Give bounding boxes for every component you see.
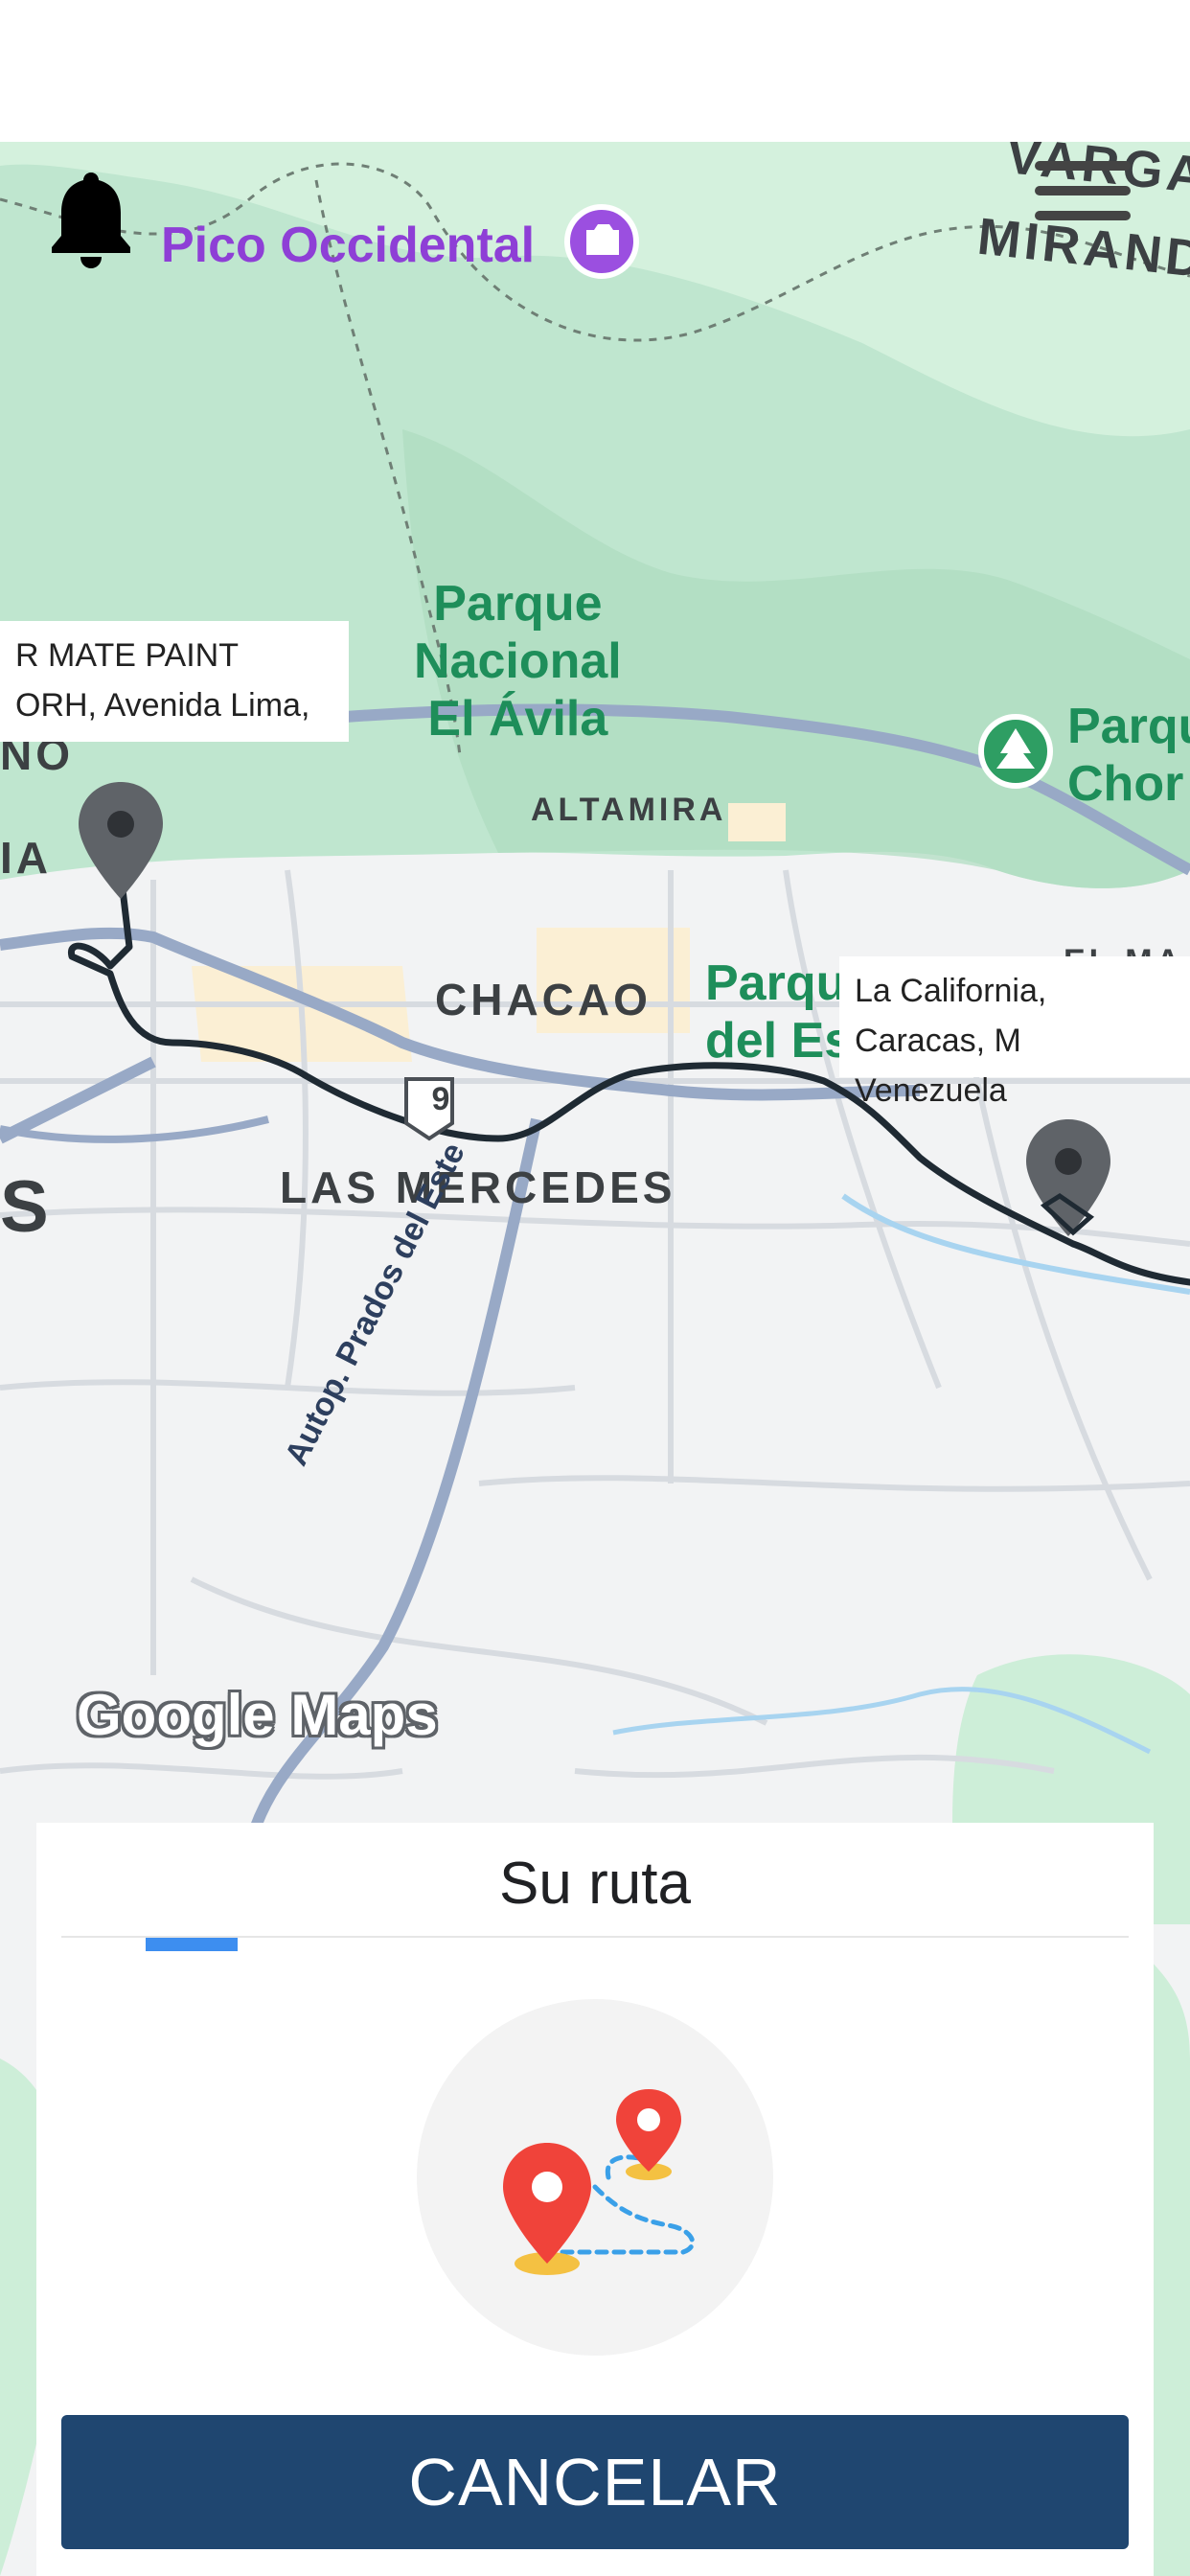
destination-info-box[interactable]: La California, Caracas, M Venezuela [839,956,1190,1109]
park-chorros-line2: Chor [1067,756,1184,812]
district-label-las-mercedes: LAS MERCEDES [280,1162,676,1212]
highway-shield-number: 9 [431,1081,450,1117]
menu-bar-3 [1035,211,1131,220]
park-este-line1: Parqu [705,955,847,1011]
origin-info-line1: R MATE PAINT [15,637,239,674]
route-illustration [417,1999,773,2356]
park-label-chorros: Parque Chor [1067,698,1190,813]
destination-info-line1: La California, Caracas, M [855,973,1047,1059]
district-label-edge-s: S [0,1166,53,1248]
origin-info-line2: ORH, Avenida Lima, [15,687,310,724]
panel-title: Su ruta [499,1851,691,1917]
cancel-button[interactable]: CANCELAR [61,2415,1129,2549]
status-bar [0,0,1190,142]
menu-bar-2 [1035,186,1131,196]
park-avila-line2: Nacional [414,633,622,689]
hamburger-menu-icon[interactable] [1035,161,1131,247]
district-label-altamira: ALTAMIRA [531,792,727,828]
district-label-edge-ia: IA [0,833,52,883]
district-label-chacao: CHACAO [435,975,652,1024]
park-chorros-line1: Parque [1067,699,1190,754]
poi-label-pico-occidental[interactable]: Pico Occidental [161,217,535,274]
google-maps-logo: Google Maps [77,1683,438,1747]
park-avila-line3: El Ávila [427,691,608,747]
destination-info-line2: Venezuela [855,1072,1007,1109]
route-panel: Su ruta CANCELAR [36,1823,1154,2576]
origin-info-box[interactable]: R MATE PAINT ORH, Avenida Lima, [0,621,349,742]
park-label-avila: Parque Nacional El Ávila [414,575,622,748]
park-label-este: Parqu del Es [705,954,852,1070]
park-este-line2: del Es [705,1013,853,1069]
bell-icon[interactable] [48,165,134,270]
park-avila-line1: Parque [433,576,603,632]
route-map-icon [503,2089,696,2275]
menu-bar-1 [1035,161,1131,171]
panel-tab-indicator [146,1938,238,1951]
